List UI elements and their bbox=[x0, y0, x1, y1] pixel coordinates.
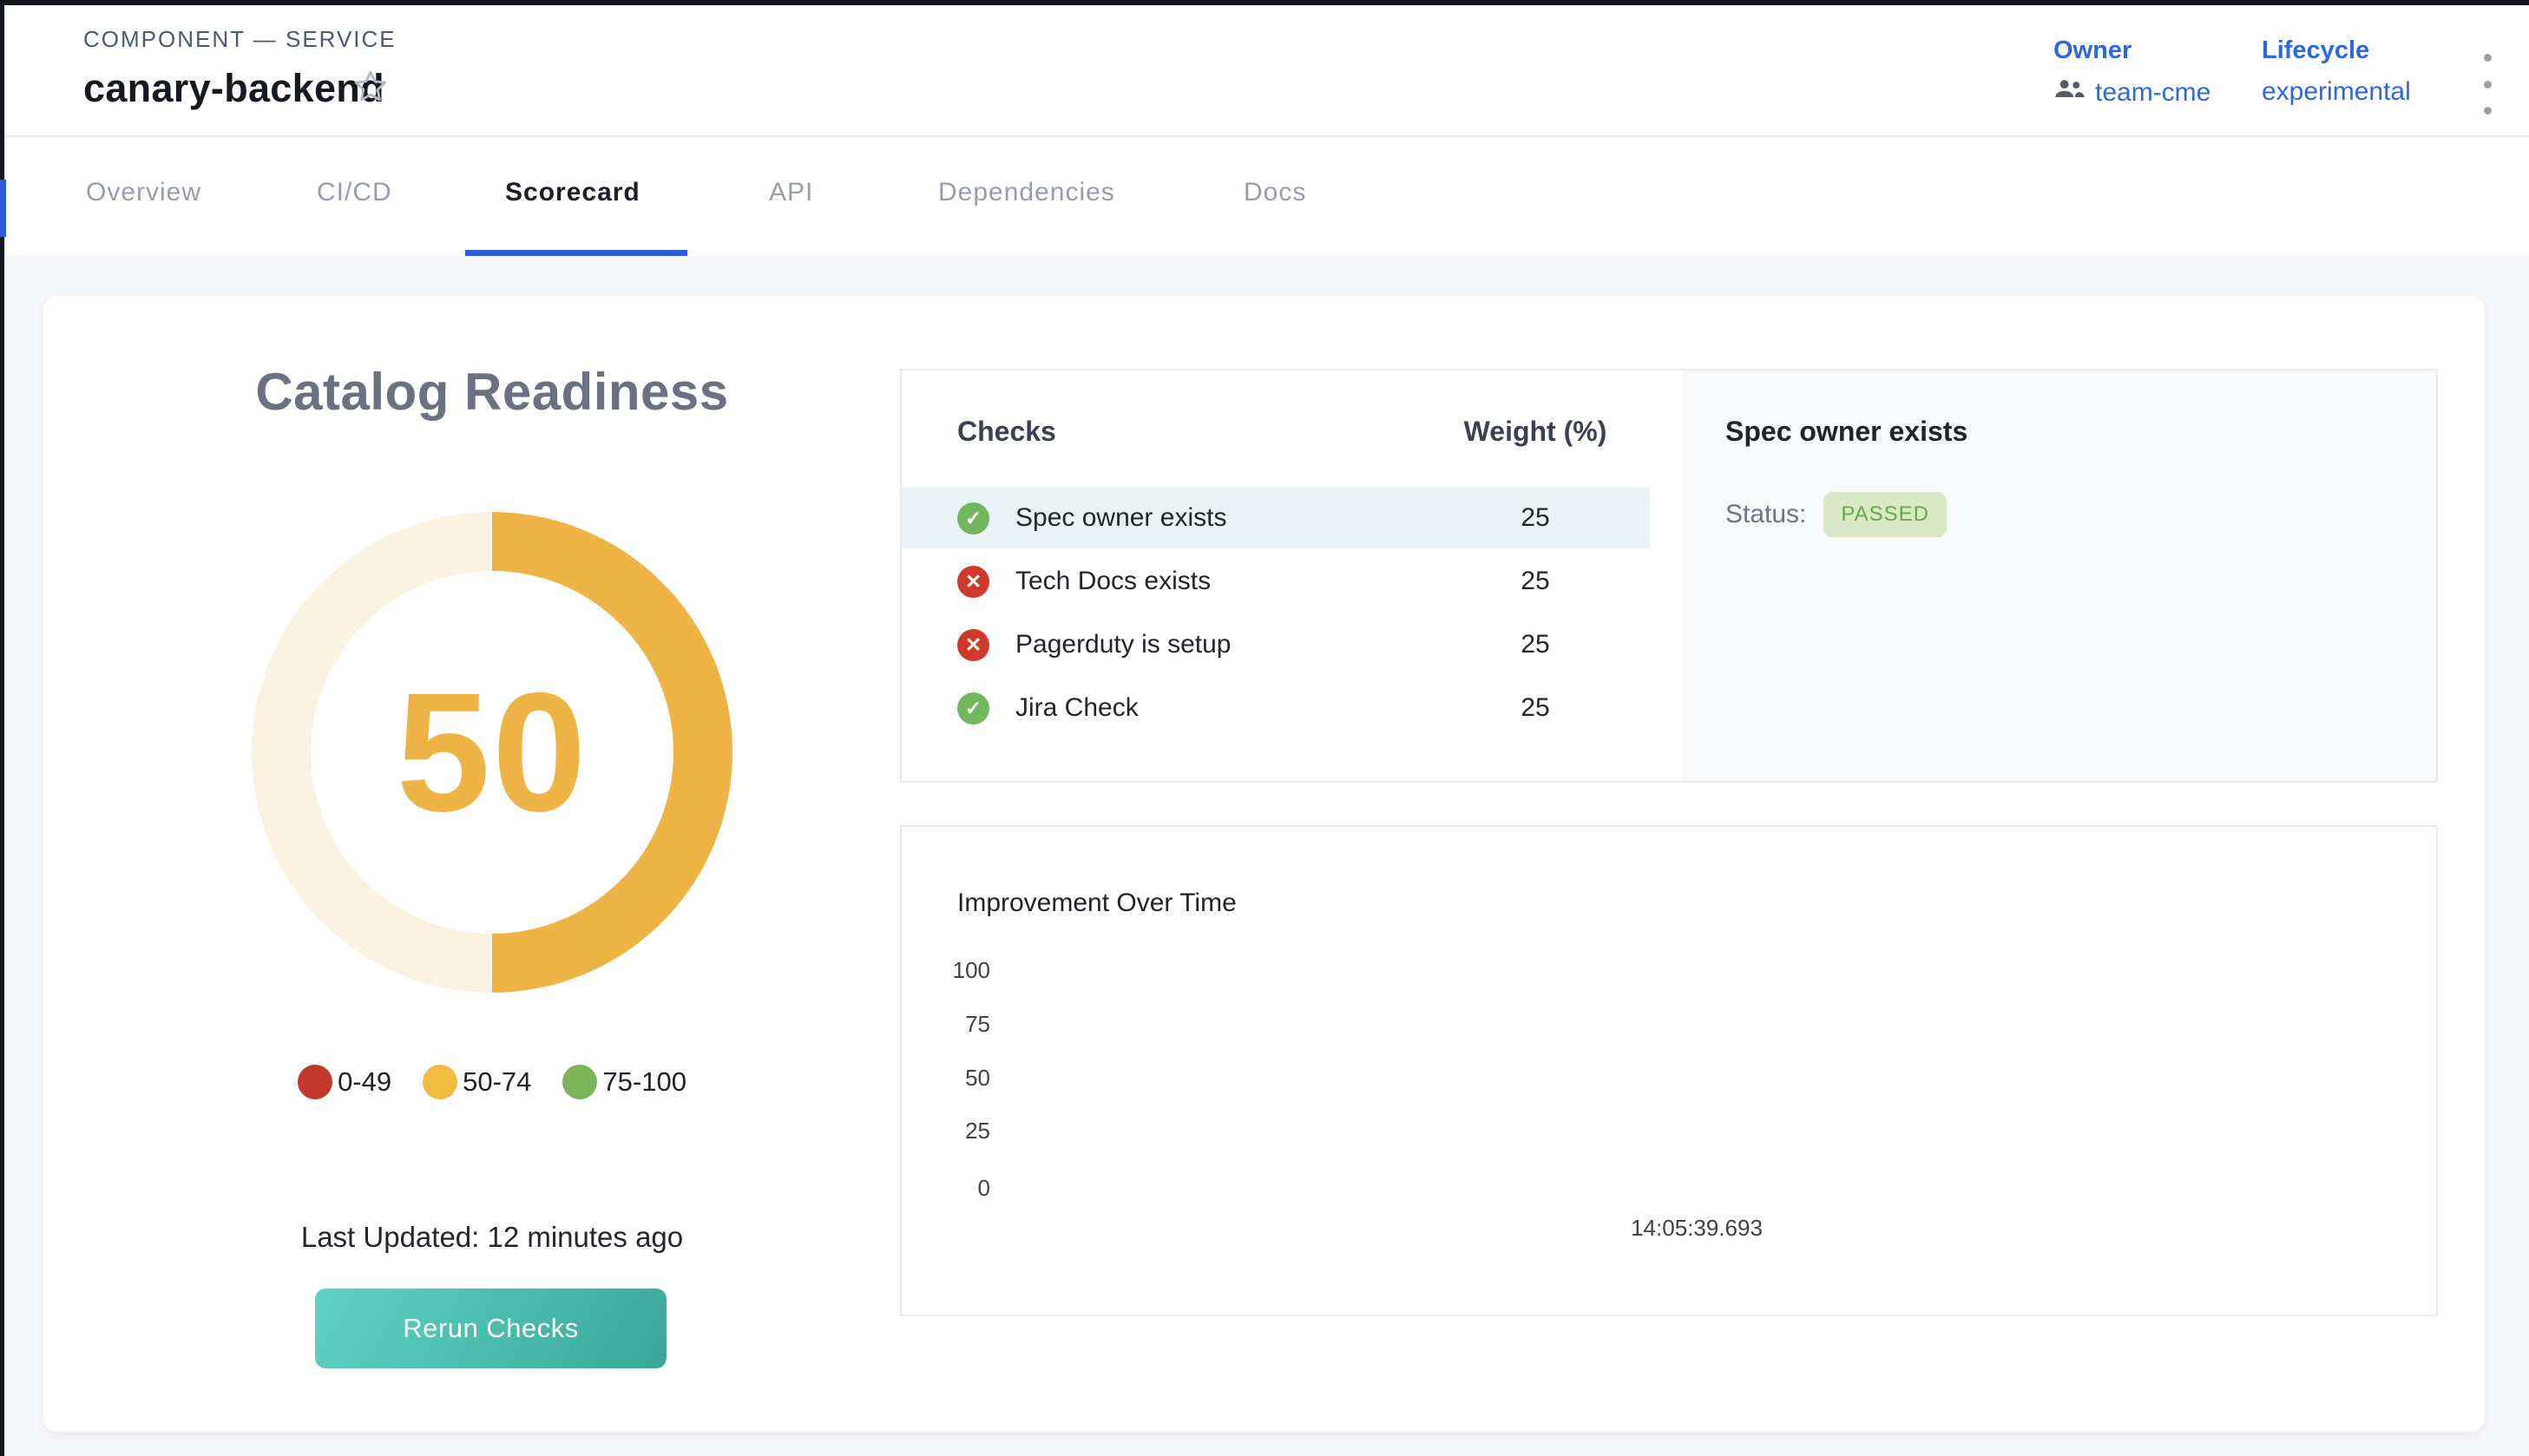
scorecard-title: Catalog Readiness bbox=[145, 362, 839, 422]
legend-dot-green bbox=[562, 1065, 597, 1099]
legend-dot-red bbox=[298, 1065, 332, 1099]
status-badge: PASSED bbox=[1823, 492, 1947, 537]
kebab-icon bbox=[2484, 54, 2492, 62]
improvement-chart-panel: Improvement Over Time 100 75 50 25 0 14:… bbox=[900, 825, 2438, 1316]
status-row: Status: PASSED bbox=[1725, 492, 1947, 537]
y-axis-tick: 75 bbox=[912, 1011, 990, 1038]
owner-link[interactable]: team-cme bbox=[2095, 78, 2210, 108]
sidebar-active-indicator bbox=[0, 180, 6, 237]
tab-api[interactable]: API bbox=[769, 178, 813, 207]
y-axis-tick: 100 bbox=[912, 957, 990, 984]
lifecycle-value: experimental bbox=[2262, 77, 2411, 107]
checks-panel: Checks Weight (%) Spec owner exists 25 T… bbox=[900, 369, 2438, 783]
page-content: Catalog Readiness 50 0-49 50-74 75-100 L… bbox=[4, 256, 2529, 1456]
check-detail-panel: Spec owner exists Status: PASSED bbox=[1682, 371, 2436, 781]
check-circle-icon bbox=[957, 692, 989, 725]
legend-item-high: 75-100 bbox=[562, 1065, 686, 1099]
tab-cicd[interactable]: CI/CD bbox=[317, 178, 392, 207]
column-header-weight: Weight (%) bbox=[1405, 416, 1665, 448]
x-circle-icon bbox=[957, 629, 989, 661]
people-icon bbox=[2053, 77, 2086, 108]
x-circle-icon bbox=[957, 566, 989, 598]
entity-header: COMPONENT — SERVICE canary-backend Owner… bbox=[4, 5, 2529, 137]
gauge-hole: 50 bbox=[311, 571, 673, 934]
lifecycle-label: Lifecycle bbox=[2262, 36, 2411, 65]
status-label: Status: bbox=[1725, 500, 1806, 529]
tab-overview[interactable]: Overview bbox=[86, 178, 201, 207]
entity-tabs: Overview CI/CD Scorecard API Dependencie… bbox=[4, 137, 2529, 256]
tab-scorecard[interactable]: Scorecard bbox=[505, 178, 640, 207]
check-row-spec-owner[interactable]: Spec owner exists 25 bbox=[902, 488, 1650, 548]
check-row-pagerduty[interactable]: Pagerduty is setup 25 bbox=[902, 614, 1650, 675]
chart-title: Improvement Over Time bbox=[957, 889, 1237, 918]
tab-docs[interactable]: Docs bbox=[1244, 178, 1306, 207]
legend-item-low: 0-49 bbox=[298, 1065, 391, 1099]
tab-dependencies[interactable]: Dependencies bbox=[938, 178, 1115, 207]
last-updated-text: Last Updated: 12 minutes ago bbox=[43, 1221, 941, 1254]
y-axis-tick: 50 bbox=[912, 1065, 990, 1092]
readiness-gauge: 50 bbox=[252, 512, 732, 993]
more-options-button[interactable] bbox=[2473, 54, 2501, 115]
y-axis-tick: 0 bbox=[912, 1175, 990, 1202]
favorite-button[interactable] bbox=[350, 68, 391, 109]
owner-label: Owner bbox=[2053, 36, 2210, 65]
breadcrumb: COMPONENT — SERVICE bbox=[83, 26, 397, 53]
legend-item-mid: 50-74 bbox=[423, 1065, 531, 1099]
gauge-score: 50 bbox=[397, 655, 588, 849]
x-axis-tick: 14:05:39.693 bbox=[1567, 1215, 1827, 1242]
check-detail-title: Spec owner exists bbox=[1725, 416, 1967, 448]
column-header-checks: Checks bbox=[957, 416, 1056, 448]
check-row-tech-docs[interactable]: Tech Docs exists 25 bbox=[902, 551, 1650, 612]
scorecard-card: Catalog Readiness 50 0-49 50-74 75-100 L… bbox=[43, 296, 2485, 1432]
lifecycle-block: Lifecycle experimental bbox=[2262, 36, 2411, 107]
window-top-edge bbox=[0, 0, 2529, 5]
owner-block: Owner team-cme bbox=[2053, 36, 2210, 108]
page-title: canary-backend bbox=[83, 66, 384, 111]
y-axis-tick: 25 bbox=[912, 1118, 990, 1144]
star-icon bbox=[351, 67, 391, 111]
score-legend: 0-49 50-74 75-100 bbox=[43, 1065, 941, 1099]
check-circle-icon bbox=[957, 502, 989, 535]
legend-dot-yellow bbox=[423, 1065, 457, 1099]
check-row-jira[interactable]: Jira Check 25 bbox=[902, 678, 1650, 738]
rerun-checks-button[interactable]: Rerun Checks bbox=[315, 1289, 667, 1368]
active-tab-underline bbox=[465, 250, 687, 256]
